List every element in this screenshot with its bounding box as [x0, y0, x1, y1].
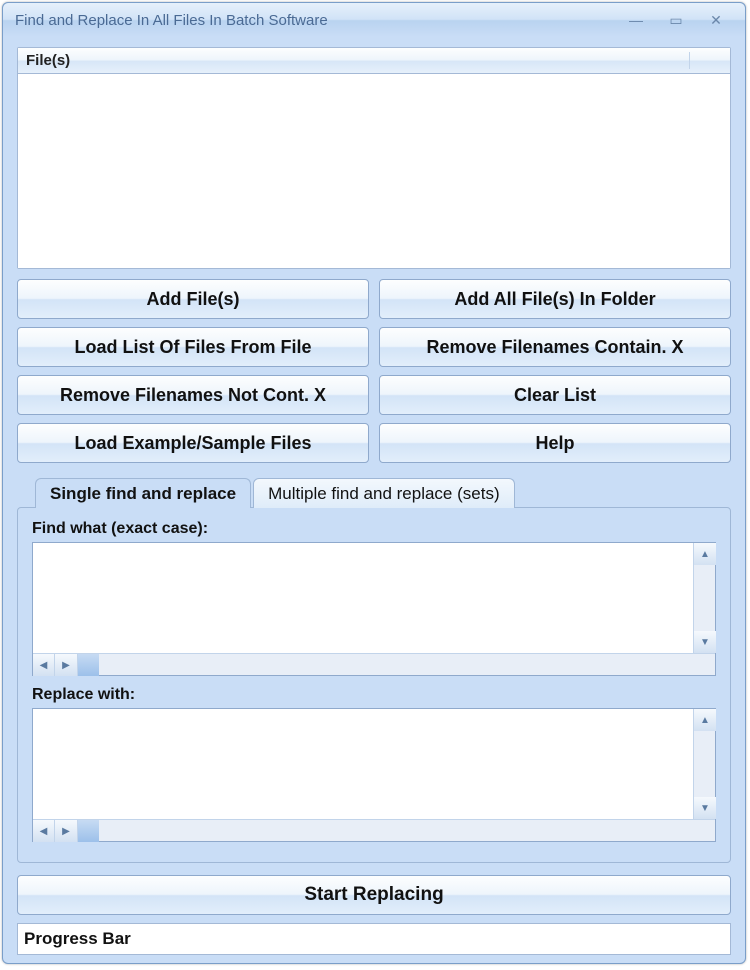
minimize-button[interactable]: — [623, 11, 649, 29]
help-button[interactable]: Help [379, 423, 731, 463]
load-list-button[interactable]: Load List Of Files From File [17, 327, 369, 367]
find-vscroll[interactable]: ▲ ▼ [693, 543, 715, 653]
replace-with-input[interactable] [33, 709, 693, 819]
replace-hscroll[interactable]: ◀ ▶ [33, 819, 715, 841]
add-all-folder-button[interactable]: Add All File(s) In Folder [379, 279, 731, 319]
find-what-input[interactable] [33, 543, 693, 653]
load-example-button[interactable]: Load Example/Sample Files [17, 423, 369, 463]
remove-not-contain-button[interactable]: Remove Filenames Not Cont. X [17, 375, 369, 415]
tab-single[interactable]: Single find and replace [35, 478, 251, 508]
scroll-right-icon[interactable]: ▶ [55, 654, 77, 676]
titlebar[interactable]: Find and Replace In All Files In Batch S… [3, 3, 745, 37]
tab-strip: Single find and replace Multiple find an… [35, 477, 731, 507]
replace-with-field: ▲ ▼ ◀ ▶ [32, 708, 716, 842]
window-title: Find and Replace In All Files In Batch S… [11, 12, 623, 29]
button-grid: Add File(s) Add All File(s) In Folder Lo… [17, 279, 731, 463]
scroll-corner [77, 654, 99, 676]
add-files-button[interactable]: Add File(s) [17, 279, 369, 319]
scroll-up-icon[interactable]: ▲ [694, 709, 716, 731]
scroll-up-icon[interactable]: ▲ [694, 543, 716, 565]
scroll-left-icon[interactable]: ◀ [33, 820, 55, 842]
start-replacing-button[interactable]: Start Replacing [17, 875, 731, 915]
scroll-corner [77, 820, 99, 842]
close-button[interactable]: ✕ [703, 11, 729, 29]
clear-list-button[interactable]: Clear List [379, 375, 731, 415]
file-list-body[interactable] [18, 74, 730, 268]
file-list[interactable]: File(s) [17, 47, 731, 269]
tabs-container: Single find and replace Multiple find an… [17, 477, 731, 863]
file-list-header[interactable]: File(s) [18, 48, 730, 74]
window-controls: — ▭ ✕ [623, 11, 729, 29]
maximize-button[interactable]: ▭ [663, 11, 689, 29]
scroll-right-icon[interactable]: ▶ [55, 820, 77, 842]
file-list-header-col[interactable]: File(s) [18, 52, 690, 69]
find-hscroll[interactable]: ◀ ▶ [33, 653, 715, 675]
scroll-left-icon[interactable]: ◀ [33, 654, 55, 676]
tab-panel-single: Find what (exact case): ▲ ▼ ◀ ▶ [17, 507, 731, 863]
scroll-down-icon[interactable]: ▼ [694, 631, 716, 653]
tab-multiple[interactable]: Multiple find and replace (sets) [253, 478, 515, 508]
find-what-field: ▲ ▼ ◀ ▶ [32, 542, 716, 676]
remove-contain-button[interactable]: Remove Filenames Contain. X [379, 327, 731, 367]
replace-with-label: Replace with: [32, 686, 716, 704]
app-window: Find and Replace In All Files In Batch S… [2, 2, 746, 964]
progress-bar: Progress Bar [17, 923, 731, 955]
replace-vscroll[interactable]: ▲ ▼ [693, 709, 715, 819]
find-what-label: Find what (exact case): [32, 520, 716, 538]
content-area: File(s) Add File(s) Add All File(s) In F… [3, 37, 745, 963]
scroll-down-icon[interactable]: ▼ [694, 797, 716, 819]
progress-label: Progress Bar [24, 929, 131, 949]
